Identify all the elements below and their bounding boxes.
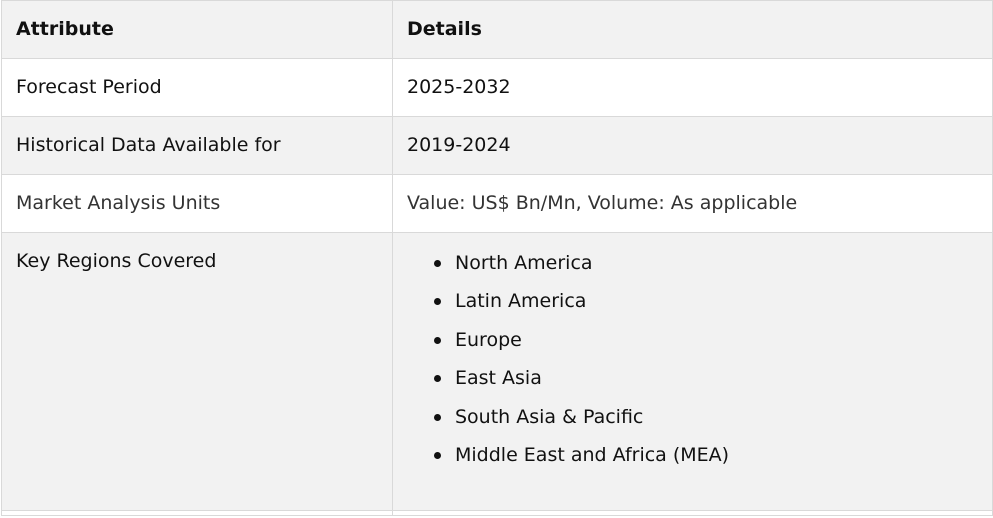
header-attribute: Attribute xyxy=(1,0,393,59)
regions-list: North America Latin America Europe East … xyxy=(407,250,992,480)
table-row-market-analysis-units: Market Analysis Units Value: US$ Bn/Mn, … xyxy=(1,174,993,233)
list-item: Latin America xyxy=(434,288,992,326)
bullet-icon xyxy=(434,451,441,459)
bullet-icon xyxy=(434,336,441,344)
cell-attribute: Key Regions Covered xyxy=(1,232,393,511)
region-label: North America xyxy=(455,252,593,274)
table-row-next xyxy=(1,510,993,516)
table-row-key-regions: Key Regions Covered North America Latin … xyxy=(1,232,993,511)
cell-empty xyxy=(392,510,993,516)
attribute-table: Attribute Details Forecast Period 2025-2… xyxy=(1,0,993,516)
region-label: Middle East and Africa (MEA) xyxy=(455,443,730,466)
cell-details: 2025-2032 xyxy=(392,58,993,117)
list-item: East Asia xyxy=(434,365,992,403)
table-row-historical-data: Historical Data Available for 2019-2024 xyxy=(1,116,993,175)
cell-details: North America Latin America Europe East … xyxy=(392,232,993,511)
cell-details: 2019-2024 xyxy=(392,116,993,175)
region-label: Europe xyxy=(455,328,522,351)
bullet-icon xyxy=(434,298,441,306)
bullet-icon xyxy=(434,413,441,421)
region-label: Latin America xyxy=(455,290,587,313)
table-header-row: Attribute Details xyxy=(1,0,993,59)
region-label: South Asia & Pacific xyxy=(455,405,644,428)
cell-details: Value: US$ Bn/Mn, Volume: As applicable xyxy=(392,174,993,233)
list-item: South Asia & Pacific xyxy=(434,404,992,442)
bullet-icon xyxy=(434,375,441,383)
region-label: East Asia xyxy=(455,367,542,390)
table-row-forecast-period: Forecast Period 2025-2032 xyxy=(1,58,993,117)
cell-attribute: Market Analysis Units xyxy=(1,174,393,233)
list-item: Middle East and Africa (MEA) xyxy=(434,442,992,480)
list-item: Europe xyxy=(434,327,992,365)
list-item: North America xyxy=(434,250,992,288)
header-details: Details xyxy=(392,0,993,59)
cell-attribute: Forecast Period xyxy=(1,58,393,117)
cell-empty xyxy=(1,510,393,516)
bullet-icon xyxy=(434,260,441,267)
cell-attribute: Historical Data Available for xyxy=(1,116,393,175)
